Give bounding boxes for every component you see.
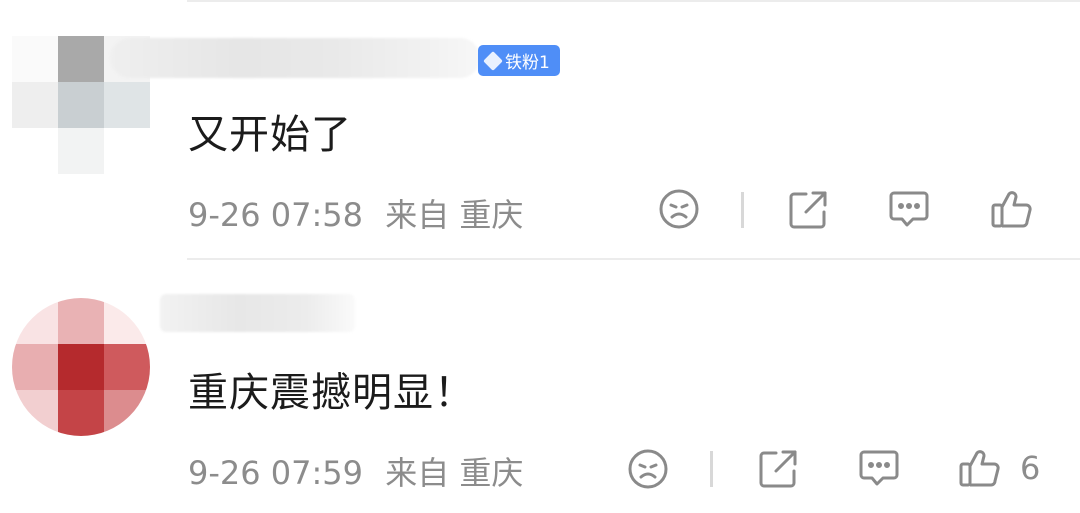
share-icon[interactable] [756,447,800,495]
avatar[interactable] [12,298,150,436]
comment-location: 来自 重庆 [385,196,524,234]
comment-location: 来自 重庆 [385,454,524,492]
comment-date: 9-26 07:59 [188,454,364,492]
sad-face-icon[interactable] [625,446,671,496]
comment-icon[interactable] [856,445,902,495]
comment-date: 9-26 07:58 [188,196,364,234]
action-separator [741,192,744,228]
sad-face-icon[interactable] [656,186,702,236]
like-count: 6 [1020,449,1041,487]
comment-icon[interactable] [886,186,932,236]
username-blurred[interactable] [110,38,480,78]
username-blurred[interactable] [160,294,355,332]
comment-item: 铁粉1 又开始了 9-26 07:58 来自 重庆 [0,0,1080,258]
thumbs-up-icon[interactable] [957,445,1003,495]
comment-meta: 9-26 07:59 来自 重庆 [188,448,523,494]
comment-item: 重庆震撼明显！ 9-26 07:59 来自 重庆 6 [0,260,1080,513]
share-icon[interactable] [786,188,830,236]
fan-badge-label: 铁粉1 [505,53,550,73]
diamond-icon [483,50,503,71]
fan-badge: 铁粉1 [478,45,560,76]
action-separator [710,451,713,487]
comment-meta: 9-26 07:58 来自 重庆 [188,190,523,236]
thumbs-up-icon[interactable] [989,186,1035,236]
comment-text: 重庆震撼明显！ [188,370,475,416]
comment-text: 又开始了 [188,112,352,158]
